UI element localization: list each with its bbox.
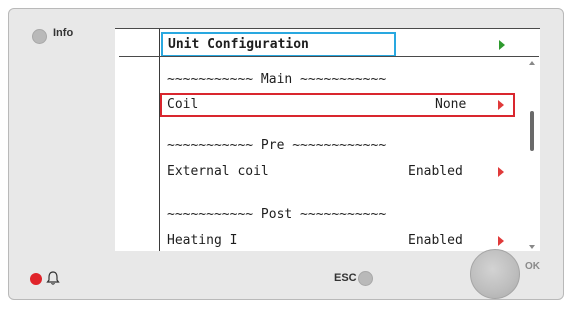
- scroll-up-icon[interactable]: [529, 61, 535, 65]
- alarm-led: [30, 273, 42, 285]
- controller-panel: Info Unit Configuration ~~~~~~~~~~~ Main…: [8, 8, 564, 300]
- bell-icon[interactable]: [46, 270, 60, 286]
- menu-item-heating-i-label[interactable]: Heating I: [167, 231, 237, 251]
- section-header-pre: ~~~~~~~~~~~ Pre ~~~~~~~~~~~~: [167, 138, 387, 153]
- esc-button[interactable]: [358, 271, 373, 286]
- scroll-thumb[interactable]: [530, 111, 534, 151]
- title-divider: [119, 56, 539, 57]
- info-label: Info: [53, 27, 74, 39]
- menu-item-coil-value[interactable]: None: [435, 95, 466, 115]
- info-led: [32, 29, 47, 44]
- menu-item-external-coil-label[interactable]: External coil: [167, 162, 269, 182]
- lcd-screen: Unit Configuration ~~~~~~~~~~~ Main ~~~~…: [115, 28, 540, 251]
- scroll-down-icon[interactable]: [529, 245, 535, 249]
- coil-arrow-icon[interactable]: [498, 100, 504, 110]
- section-header-post: ~~~~~~~~~~~ Post ~~~~~~~~~~~: [167, 207, 387, 222]
- menu-item-heating-i-value[interactable]: Enabled: [408, 231, 463, 251]
- heating-i-arrow-icon[interactable]: [498, 236, 504, 246]
- screen-title: Unit Configuration: [168, 37, 309, 52]
- screen-title-box: Unit Configuration: [161, 32, 396, 57]
- external-coil-arrow-icon[interactable]: [498, 167, 504, 177]
- menu-item-coil-label[interactable]: Coil: [167, 95, 198, 115]
- esc-label: ESC: [334, 272, 357, 284]
- ok-label: OK: [525, 261, 540, 272]
- menu-item-external-coil-value[interactable]: Enabled: [408, 162, 463, 182]
- ok-knob-button[interactable]: [470, 249, 520, 299]
- screen-divider: [159, 29, 160, 251]
- scrollbar[interactable]: [527, 61, 537, 249]
- section-header-main: ~~~~~~~~~~~ Main ~~~~~~~~~~~: [167, 72, 387, 87]
- title-arrow-icon[interactable]: [499, 40, 505, 50]
